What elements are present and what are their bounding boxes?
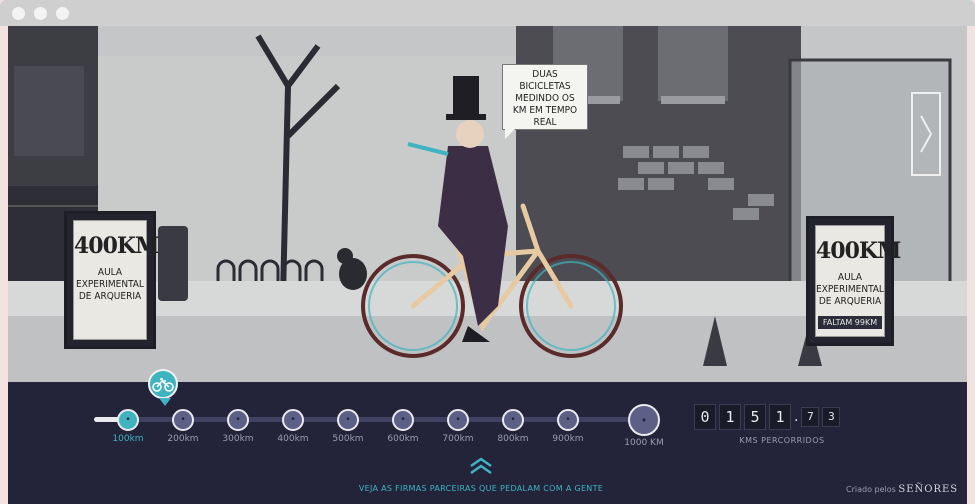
chevron-right-icon [920,115,933,153]
milestone-label: 600km [387,434,419,444]
milestone-node[interactable]: • [628,403,660,436]
site-viewport: DUAS BICICLETAS MEDINDO OS KM EM TEMPO R… [8,26,967,504]
remaining-km-badge: FALTAM 99KM [817,316,883,329]
milestone-node[interactable]: • [282,408,304,431]
milestone-node[interactable]: • [337,408,359,431]
trophy-icon: • [125,414,131,425]
street-illustration: DUAS BICICLETAS MEDINDO OS KM EM TEMPO R… [8,26,967,382]
trophy-icon: • [235,414,241,425]
trophy-icon: • [565,414,571,425]
milestone-sign-left: 400KM AULA EXPERIMENTAL DE ARQUERIA [64,211,159,349]
speech-bubble: DUAS BICICLETAS MEDINDO OS KM EM TEMPO R… [502,64,588,139]
sign-line: DE ARQUERIA [78,291,142,302]
milestone-node[interactable]: • [557,408,579,431]
milestone-label: 700km [442,434,474,444]
milestone-label: 100km [112,434,144,444]
browser-chrome [0,0,975,26]
milestone-label: 800km [497,434,529,444]
sign-line: EXPERIMENTAL [76,279,144,290]
sign-line: AULA [97,267,123,278]
km-counter: 0 1 5 1 . 7 3 [694,404,841,430]
counter-digit: 1 [719,404,741,430]
bubble-line: KM EM TEMPO [512,105,578,116]
trophy-icon: • [640,413,648,427]
milestone-node[interactable]: • [502,408,524,431]
trophy-icon: • [400,414,406,425]
trophy-icon: • [455,414,461,425]
milestone-node[interactable]: • [227,408,249,431]
counter-digit: 5 [744,404,766,430]
credit[interactable]: Criado pelos SEÑORES [846,484,958,495]
milestone-label: 400km [277,434,309,444]
sign-distance: 400KM [816,238,901,264]
counter-digit: 1 [769,404,791,430]
milestone-node[interactable]: • [392,408,414,431]
partners-link[interactable]: VEJA AS FIRMAS PARCEIRAS QUE PEDALAM COM… [308,484,654,493]
sign-distance: 400KM [74,233,159,259]
sign-line: DE ARQUERIA [818,296,882,307]
double-chevron-up-icon[interactable] [468,456,494,476]
next-slide-button[interactable] [911,92,941,176]
milestone-node[interactable]: • [447,408,469,431]
milestone-label: 500km [332,434,364,444]
window-dot-maximize[interactable] [56,7,69,20]
milestone-node[interactable]: • [117,408,139,431]
decimal-separator: . [794,409,799,425]
window-dot-close[interactable] [12,7,25,20]
credit-brand: SEÑORES [898,484,959,495]
milestone-node[interactable]: • [172,408,194,431]
trophy-icon: • [180,414,186,425]
milestone-sign-right: 400KM AULA EXPERIMENTAL DE ARQUERIA FALT… [806,216,901,346]
trophy-icon: • [510,414,516,425]
bicycle-icon [152,378,174,392]
counter-decimal: 3 [822,407,841,427]
counter-label: KMS PERCORRIDOS [739,436,825,445]
sign-line: EXPERIMENTAL [816,284,884,295]
milestone-label: 900km [552,434,584,444]
current-position-marker[interactable] [148,369,178,406]
bubble-line: BICICLETAS [519,81,571,92]
trophy-icon: • [290,414,296,425]
trophy-icon: • [345,414,351,425]
counter-decimal: 7 [801,407,820,427]
bubble-line: DUAS [532,69,558,80]
milestone-label: 300km [222,434,254,444]
window-dot-minimize[interactable] [34,7,47,20]
counter-digit: 0 [694,404,716,430]
bubble-line: MEDINDO OS [515,93,575,104]
milestone-label: 200km [167,434,199,444]
credit-prefix: Criado pelos [846,485,896,494]
milestone-label: 1000 KM [624,438,664,448]
bubble-line: REAL [533,117,557,128]
sign-line: AULA [837,272,863,283]
